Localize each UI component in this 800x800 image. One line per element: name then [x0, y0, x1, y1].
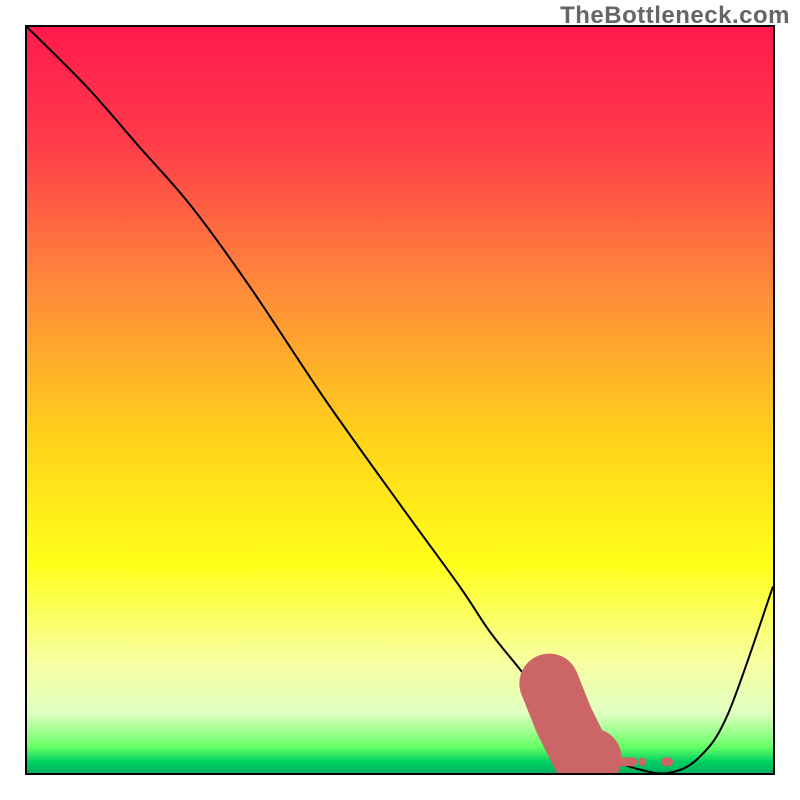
- chart-frame: TheBottleneck.com: [0, 0, 800, 800]
- plot-area: [25, 25, 775, 775]
- chart-lines: [27, 27, 773, 773]
- optimal-marker-dot: [639, 757, 646, 766]
- optimal-marker-dot: [601, 757, 616, 766]
- optimal-marker-l: [549, 683, 592, 758]
- optimal-marker-dot: [661, 757, 673, 766]
- optimal-marker-dots: [601, 757, 673, 766]
- optimal-marker-dot: [616, 757, 637, 766]
- bottleneck-curve: [27, 27, 773, 774]
